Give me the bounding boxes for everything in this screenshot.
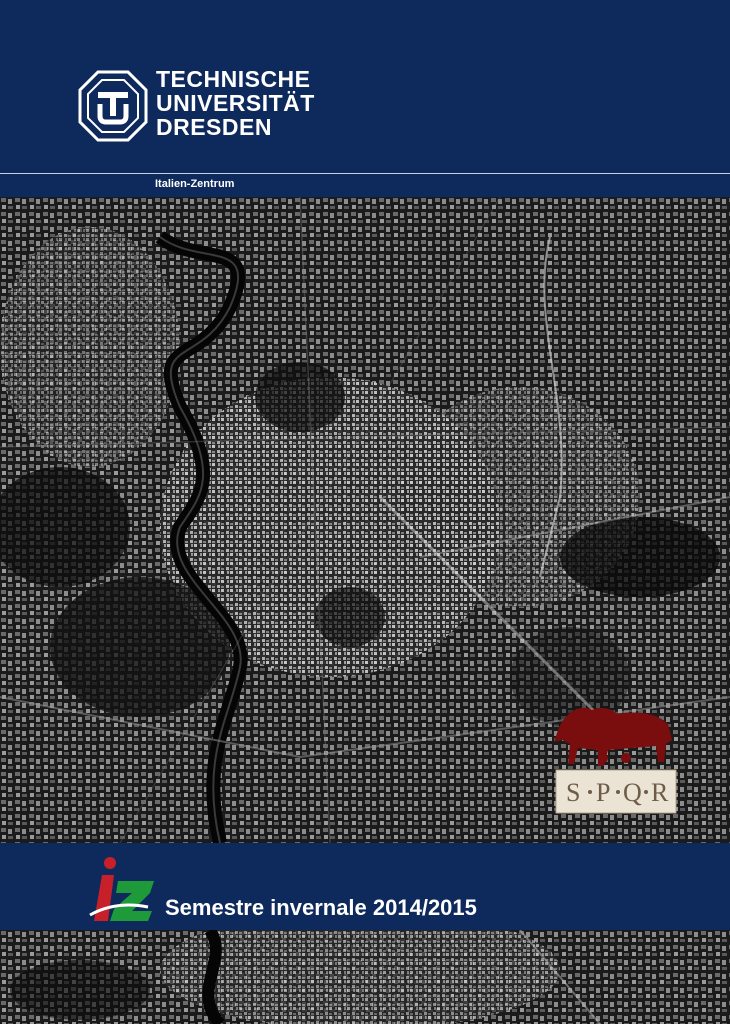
semester-band: Semestre invernale 2014/2015 xyxy=(0,843,730,930)
department-name: Italien-Zentrum xyxy=(155,178,235,190)
department-bar: Italien-Zentrum xyxy=(0,173,730,197)
spqr-letter-s: S xyxy=(566,778,580,807)
header-band: TECHNISCHE UNIVERSITÄT DRESDEN xyxy=(0,0,730,173)
city-map-strip-graphic xyxy=(0,930,730,1024)
capitoline-wolf-spqr-icon: S P Q R xyxy=(548,700,678,815)
iz-logo-icon xyxy=(89,857,154,921)
city-map-strip xyxy=(0,930,730,1024)
spqr-letter-p: P xyxy=(596,778,610,807)
university-name-line-1: TECHNISCHE xyxy=(156,66,311,92)
spqr-letter-q: Q xyxy=(623,778,642,807)
university-name-line-3: DRESDEN xyxy=(156,114,272,140)
university-name-line-2: UNIVERSITÄT xyxy=(156,90,315,116)
university-name: TECHNISCHE UNIVERSITÄT DRESDEN xyxy=(156,67,315,139)
spqr-letter-r: R xyxy=(651,778,669,807)
semester-title: Semestre invernale 2014/2015 xyxy=(165,895,477,920)
tu-dresden-logo-icon xyxy=(78,70,148,142)
